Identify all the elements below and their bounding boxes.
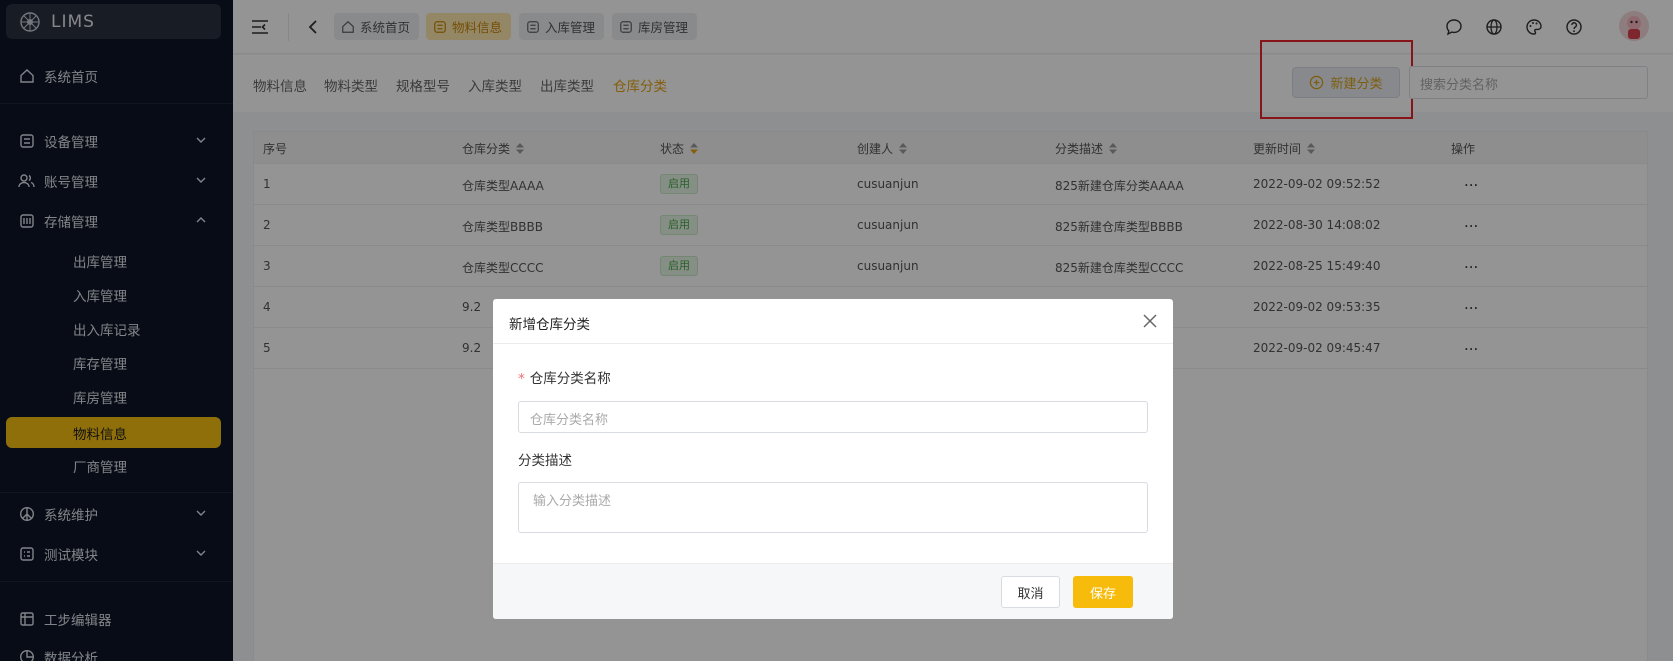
category-name-label: * 仓库分类名称	[518, 367, 611, 387]
new-category-dialog: 新增仓库分类 * 仓库分类名称 仓库分类名称 分类描述 输入分类描述 取消 保存	[493, 299, 1173, 619]
save-button[interactable]: 保存	[1073, 576, 1133, 608]
category-desc-label: 分类描述	[518, 453, 572, 469]
category-desc-textarea[interactable]: 输入分类描述	[518, 482, 1148, 533]
dialog-footer: 取消 保存	[493, 563, 1173, 619]
cancel-button[interactable]: 取消	[1001, 576, 1060, 608]
close-icon[interactable]	[1141, 312, 1159, 330]
category-name-input[interactable]: 仓库分类名称	[518, 401, 1148, 433]
app-root: LIMS 系统首页 设备管理 账号管理 存储管理 出库管理 入库管理 出入库记录…	[0, 0, 1673, 661]
label-text: 仓库分类名称	[529, 371, 611, 387]
required-mark: *	[518, 371, 525, 387]
dialog-title: 新增仓库分类	[493, 299, 1173, 344]
